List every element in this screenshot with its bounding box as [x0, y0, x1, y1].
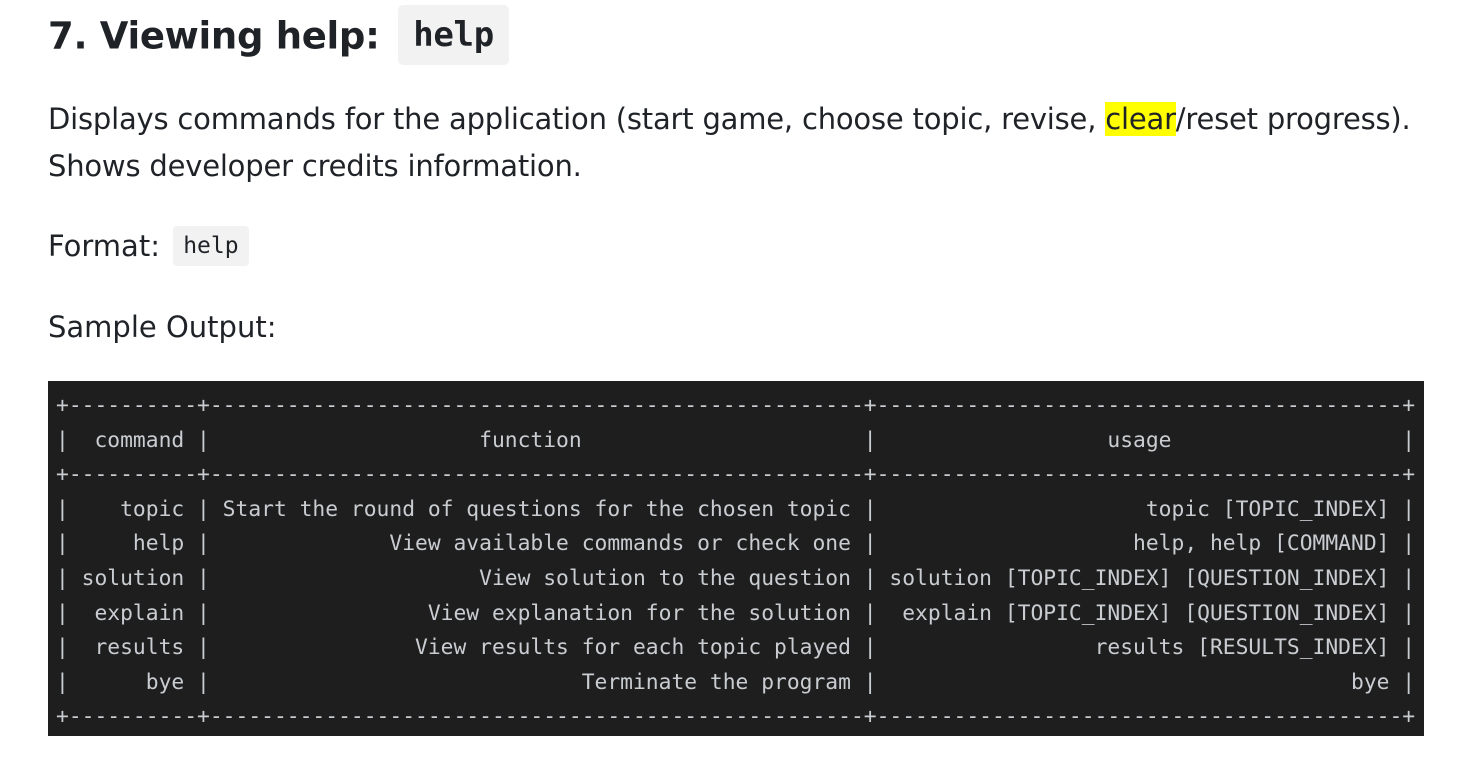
description-text-start: Displays commands for the application (s… [48, 102, 1106, 136]
sample-output-label: Sample Output: [48, 310, 277, 344]
search-highlight: clear [1105, 102, 1176, 136]
section-heading-text: 7. Viewing help: [48, 14, 380, 58]
terminal-output: +----------+----------------------------… [56, 389, 1415, 735]
table-header-row: | command | function | usage | [56, 427, 1416, 453]
table-row-explain: | explain | View explanation for the sol… [56, 600, 1416, 626]
section-description: Displays commands for the application (s… [48, 96, 1448, 190]
table-header-border: +----------+----------------------------… [56, 462, 1416, 488]
table-border-bottom: +----------+----------------------------… [56, 704, 1416, 730]
format-line: Format: help [48, 223, 249, 269]
sample-output-terminal: +----------+----------------------------… [48, 381, 1424, 736]
table-row-topic: | topic | Start the round of questions f… [56, 496, 1416, 522]
table-row-solution: | solution | View solution to the questi… [56, 565, 1416, 591]
table-border-top: +----------+----------------------------… [56, 393, 1416, 418]
table-row-results: | results | View results for each topic … [56, 635, 1416, 661]
table-row-bye: | bye | Terminate the program | bye | [56, 669, 1416, 695]
section-heading: 7. Viewing help: help [48, 5, 509, 68]
format-code: help [173, 226, 249, 266]
format-label: Format: [48, 229, 160, 263]
table-row-help: | help | View available commands or chec… [56, 531, 1416, 557]
section-heading-code: help [398, 5, 509, 65]
